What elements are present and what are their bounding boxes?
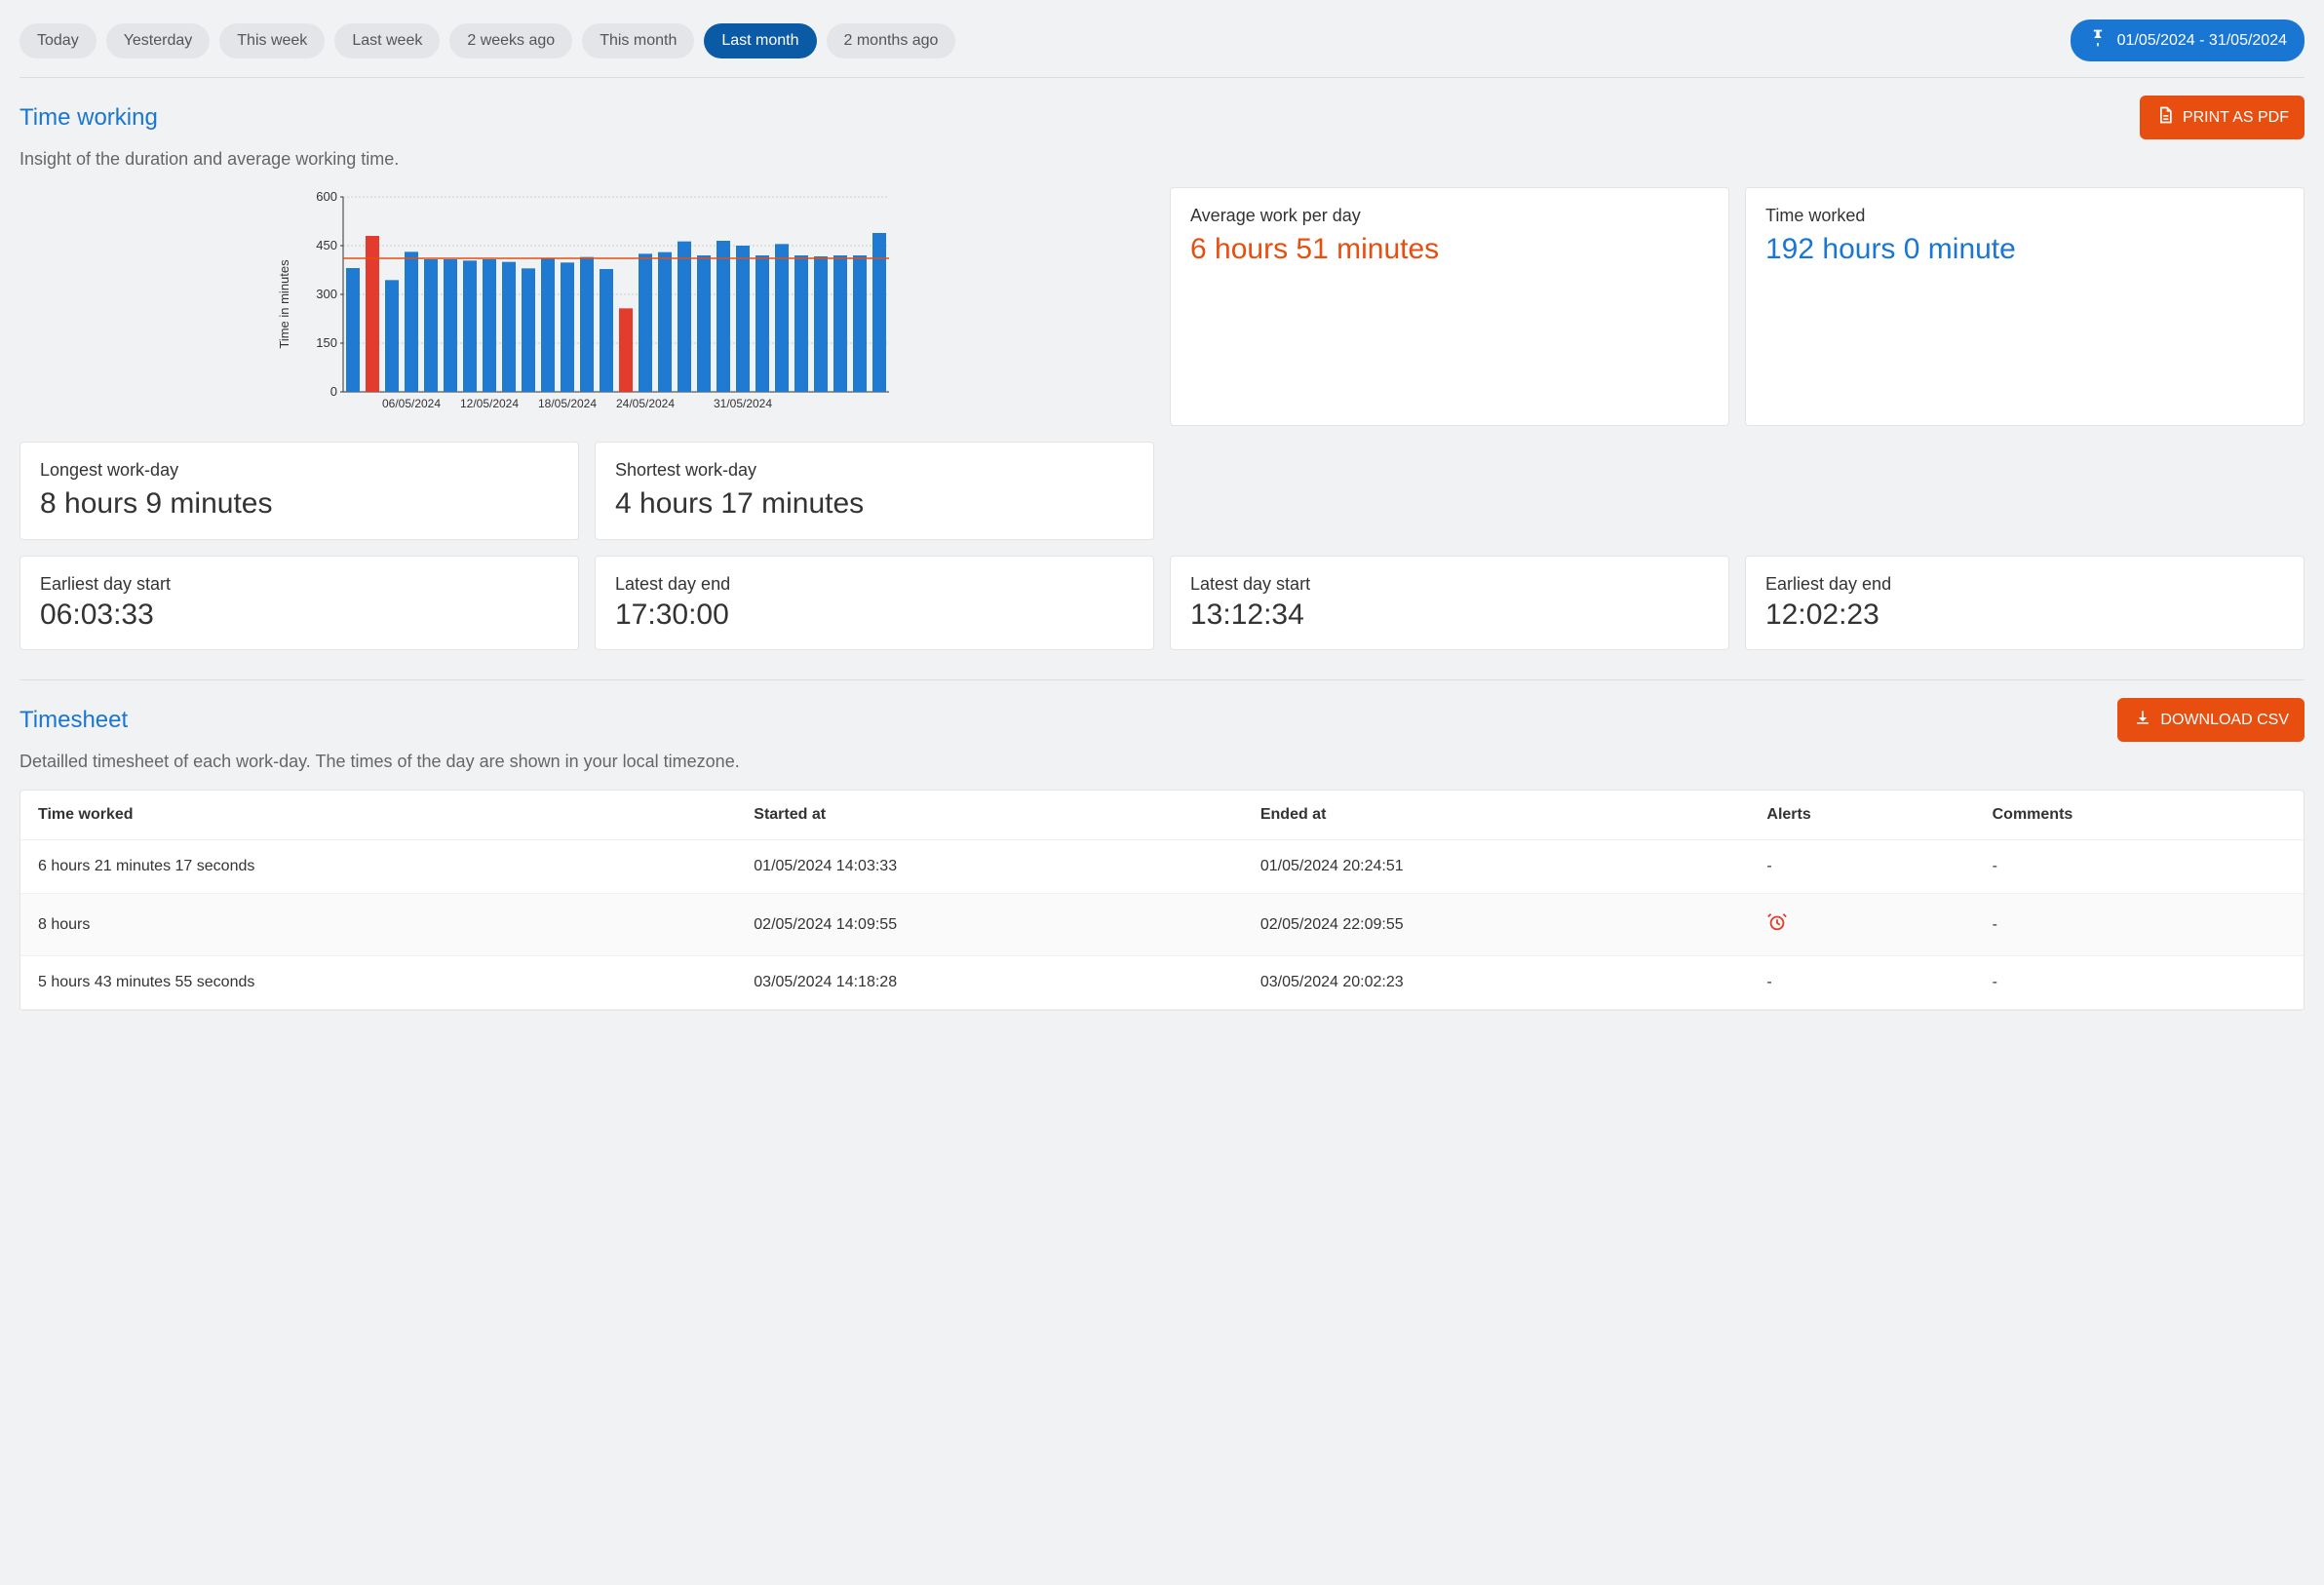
print-pdf-label: PRINT AS PDF	[2183, 109, 2289, 127]
table-cell: 01/05/2024 20:24:51	[1243, 840, 1750, 894]
filter-chip-2-months-ago[interactable]: 2 months ago	[827, 23, 956, 58]
timesheet-header: Timesheet DOWNLOAD CSV	[19, 698, 2305, 742]
print-pdf-button[interactable]: PRINT AS PDF	[2140, 96, 2305, 139]
earliest-end-card: Earliest day end 12:02:23	[1745, 556, 2305, 650]
document-icon	[2155, 105, 2175, 130]
avg-work-value: 6 hours 51 minutes	[1190, 232, 1709, 267]
filter-chip-last-week[interactable]: Last week	[334, 23, 440, 58]
table-cell: 6 hours 21 minutes 17 seconds	[20, 840, 736, 894]
download-icon	[2133, 708, 2152, 732]
table-cell: 5 hours 43 minutes 55 seconds	[20, 956, 736, 1010]
svg-text:300: 300	[316, 287, 337, 301]
table-row: 6 hours 21 minutes 17 seconds01/05/2024 …	[20, 840, 2304, 894]
earliest-end-value: 12:02:23	[1765, 599, 2284, 632]
date-filter-chips: Today YesterdayThis week Last week 2 weeks …	[19, 23, 955, 58]
svg-text:150: 150	[316, 335, 337, 350]
longest-day-label: Longest work-day	[40, 460, 559, 481]
alerts-cell: -	[1749, 840, 1974, 894]
alerts-cell	[1749, 894, 1974, 956]
longest-day-value: 8 hours 9 minutes	[40, 486, 559, 522]
latest-end-label: Latest day end	[615, 574, 1134, 595]
svg-text:31/05/2024: 31/05/2024	[714, 397, 772, 410]
latest-start-label: Latest day start	[1190, 574, 1709, 595]
date-range-label: 01/05/2024 - 31/05/2024	[2117, 32, 2287, 50]
table-row: 8 hours02/05/2024 14:09:5502/05/2024 22:…	[20, 894, 2304, 956]
avg-work-card: Average work per day 6 hours 51 minutes	[1170, 187, 1729, 426]
pin-icon	[2088, 28, 2108, 53]
table-cell: 02/05/2024 14:09:55	[736, 894, 1243, 956]
svg-text:Time in minutes: Time in minutes	[277, 259, 291, 349]
total-work-label: Time worked	[1765, 206, 2284, 226]
svg-text:06/05/2024: 06/05/2024	[382, 397, 441, 410]
main-metrics-grid: Time in minutes 0 150 300 450 600 06/05/2024 12…	[19, 187, 2305, 540]
latest-start-card: Latest day start 13:12:34	[1170, 556, 1729, 650]
column-header: Time worked	[20, 791, 736, 840]
page-title: Time working	[19, 104, 158, 132]
earliest-start-label: Earliest day start	[40, 574, 559, 595]
timesheet-table: Time workedStarted atEnded atAlertsComme…	[20, 791, 2304, 1010]
svg-text:18/05/2024: 18/05/2024	[538, 397, 597, 410]
bar-chart-svg: Time in minutes 0 150 300 450 600 06/05/2024 12…	[19, 187, 1154, 421]
divider	[19, 679, 2305, 680]
download-csv-label: DOWNLOAD CSV	[2160, 712, 2289, 729]
topbar: Today YesterdayThis week Last week 2 weeks …	[19, 19, 2305, 61]
table-cell: 8 hours	[20, 894, 736, 956]
column-header: Started at	[736, 791, 1243, 840]
filter-chip-this-month[interactable]: This month	[582, 23, 694, 58]
time-working-subtitle: Insight of the duration and average work…	[19, 149, 2305, 170]
filter-chip-last-month[interactable]: Last month	[704, 23, 816, 58]
total-work-card: Time worked 192 hours 0 minute	[1745, 187, 2305, 426]
column-header: Ended at	[1243, 791, 1750, 840]
bar-chart: Time in minutes 0 150 300 450 600 06/05/2024 12…	[19, 187, 1154, 426]
alerts-cell: -	[1749, 956, 1974, 1010]
table-cell: 03/05/2024 20:02:23	[1243, 956, 1750, 1010]
svg-text:12/05/2024: 12/05/2024	[460, 397, 519, 410]
filter-chip-today[interactable]: Today	[19, 23, 97, 58]
alarm-clock-icon	[1766, 920, 1788, 937]
filter-chip-yesterday[interactable]: Yesterday	[106, 23, 211, 58]
earliest-start-card: Earliest day start 06:03:33	[19, 556, 579, 650]
table-header-row: Time workedStarted atEnded atAlertsComme…	[20, 791, 2304, 840]
svg-text:24/05/2024: 24/05/2024	[616, 397, 675, 410]
table-row: 5 hours 43 minutes 55 seconds03/05/2024 …	[20, 956, 2304, 1010]
time-working-header: Time working PRINT AS PDF	[19, 96, 2305, 139]
earliest-end-label: Earliest day end	[1765, 574, 2284, 595]
download-csv-button[interactable]: DOWNLOAD CSV	[2117, 698, 2305, 742]
latest-start-value: 13:12:34	[1190, 599, 1709, 632]
comments-cell: -	[1975, 956, 2304, 1010]
table-cell: 02/05/2024 22:09:55	[1243, 894, 1750, 956]
earliest-start-value: 06:03:33	[40, 599, 559, 632]
table-body: 6 hours 21 minutes 17 seconds01/05/2024 …	[20, 840, 2304, 1010]
timesheet-subtitle: Detailled timesheet of each work-day. Th…	[19, 752, 2305, 772]
timesheet-table-wrap: Time workedStarted atEnded atAlertsComme…	[19, 790, 2305, 1011]
total-work-value: 192 hours 0 minute	[1765, 232, 2284, 267]
comments-cell: -	[1975, 840, 2304, 894]
column-header: Alerts	[1749, 791, 1974, 840]
latest-end-card: Latest day end 17:30:00	[595, 556, 1154, 650]
table-cell: 01/05/2024 14:03:33	[736, 840, 1243, 894]
shortest-day-value: 4 hours 17 minutes	[615, 486, 1134, 522]
svg-text:450: 450	[316, 238, 337, 252]
date-range-button[interactable]: 01/05/2024 - 31/05/2024	[2071, 19, 2305, 61]
shortest-day-card: Shortest work-day 4 hours 17 minutes	[595, 442, 1154, 540]
timesheet-title: Timesheet	[19, 707, 128, 734]
comments-cell: -	[1975, 894, 2304, 956]
time-stats-row: Earliest day start 06:03:33 Latest day e…	[19, 556, 2305, 650]
longest-day-card: Longest work-day 8 hours 9 minutes	[19, 442, 579, 540]
table-cell: 03/05/2024 14:18:28	[736, 956, 1243, 1010]
shortest-day-label: Shortest work-day	[615, 460, 1134, 481]
filter-chip-this-week[interactable]: This week	[219, 23, 325, 58]
avg-work-label: Average work per day	[1190, 206, 1709, 226]
column-header: Comments	[1975, 791, 2304, 840]
svg-text:0: 0	[330, 384, 337, 399]
latest-end-value: 17:30:00	[615, 599, 1134, 632]
svg-text:600: 600	[316, 189, 337, 204]
filter-chip-2-weeks-ago[interactable]: 2 weeks ago	[449, 23, 572, 58]
divider	[19, 77, 2305, 78]
